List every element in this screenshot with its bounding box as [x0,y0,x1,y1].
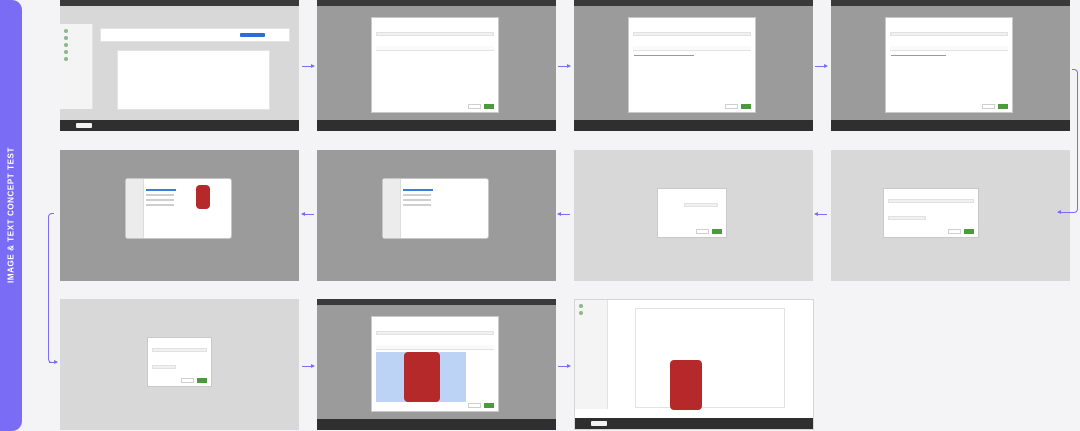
flow-arrow-into-9 [49,360,58,364]
flow-arrow-9-10 [302,364,315,368]
insert-image-dialog [147,337,212,387]
insert-image-dialog [883,188,979,238]
screen-3-stimulus-modal-text [574,0,813,131]
screen-sidebar [60,24,93,109]
flow-arrow-into-8 [1057,210,1072,214]
flow-arrow-8-7 [814,212,827,216]
screen-1-product-page [60,0,299,131]
screen-7-insert-image [574,150,813,281]
product-image [670,360,702,410]
flow-arrow-3-4 [815,64,828,68]
screen-10-stimulus-image [317,299,556,430]
stimulus-modal [885,17,1013,113]
side-label-text: IMAGE & TEXT CONCEPT TEST [6,147,16,283]
app-header [60,0,299,6]
stimulus-modal [371,316,499,412]
file-picker-dialog [382,178,489,239]
flow-connector-4-8 [1072,69,1078,213]
stimulus-modal [628,17,756,113]
flow-connector-5-9 [48,213,54,363]
flow-arrow-1-2 [302,64,315,68]
insert-image-dialog [657,188,727,238]
flow-arrow-10-11 [558,364,571,368]
screen-sidebar [575,300,608,409]
screen-11-final-concept [574,299,814,430]
concept-card [117,50,270,110]
footer-bar [60,120,299,131]
screen-9-insert-image-filled [60,299,299,430]
product-thumbnail [196,185,210,209]
file-picker-dialog [125,178,232,239]
screen-6-file-picker [317,150,556,281]
product-image [404,352,440,402]
flow-arrow-7-6 [557,212,570,216]
screen-5-file-picker-selected [60,150,299,281]
footer-bar [575,418,813,429]
flow-arrow-2-3 [558,64,571,68]
stimulus-modal [371,17,499,113]
screen-4-stimulus-modal-toolbar [831,0,1070,131]
concept-card [635,308,785,408]
screen-8-insert-image-options [831,150,1070,281]
banner-button [240,33,265,37]
screen-2-stimulus-modal [317,0,556,131]
side-label: IMAGE & TEXT CONCEPT TEST [0,0,22,431]
flow-arrow-6-5 [301,212,314,216]
